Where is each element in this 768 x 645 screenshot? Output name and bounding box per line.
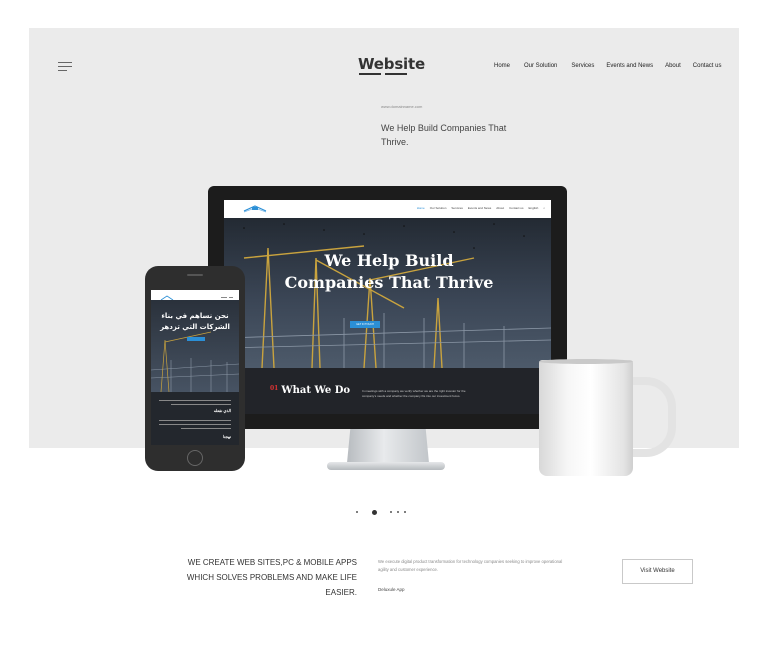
coffee-mug (539, 360, 633, 476)
monitor-section-title: 01 What We Do (270, 385, 350, 396)
phone-text-line (159, 420, 231, 421)
phone-text-line (181, 428, 231, 429)
monitor-hero-title: We Help Build Companies That Thrive (284, 251, 494, 292)
monitor-section-text: In meetings with a company we verify whe… (362, 389, 466, 398)
phone-mockup: نحن نساهم في بناء الشركات التي تزدهر الذ… (145, 266, 245, 471)
main-nav: Home Our Solution Services Events and Ne… (494, 63, 721, 69)
phone-hero-title: نحن نساهم في بناء الشركات التي تزدهر (160, 312, 230, 331)
visit-website-button[interactable]: Visit Website (622, 559, 693, 584)
phone-site-header (151, 290, 239, 301)
phone-text-line (159, 400, 231, 401)
monitor-nav-item: Our Solution (429, 206, 447, 210)
monitor-site-nav: Home Our Solution Services Events and Ne… (417, 206, 545, 210)
nav-item-our-solution[interactable]: Our Solution (524, 63, 557, 69)
phone-text-line (171, 404, 231, 405)
monitor-site-logo-icon (243, 205, 267, 213)
phone-earpiece (187, 274, 203, 276)
nav-item-home[interactable]: Home (494, 63, 510, 69)
nav-item-contact[interactable]: Contact us (693, 63, 722, 69)
monitor-cta-button: GET IN TOUCH (350, 321, 380, 328)
logo-underline (359, 73, 409, 76)
phone-subheading: الذي نفعله (213, 408, 231, 413)
site-logo[interactable]: Website (358, 55, 425, 73)
monitor-nav-item: About (496, 206, 505, 210)
monitor-nav-item: English (528, 206, 539, 210)
nav-item-about[interactable]: About (665, 63, 681, 69)
monitor-nav-item: Contact us (509, 206, 524, 210)
project-app-name: Deluxule App (378, 587, 405, 592)
mug-handle (628, 377, 676, 457)
monitor-stand (347, 429, 429, 463)
monitor-search-icon: ⌕ (543, 206, 545, 210)
phone-home-button (187, 450, 203, 466)
phone-cta-button (187, 337, 205, 341)
mug-rim (539, 359, 633, 364)
phone-screen: نحن نساهم في بناء الشركات التي تزدهر الذ… (151, 290, 239, 445)
project-heading: WE CREATE WEB SITES,PC & MOBILE APPS WHI… (186, 558, 357, 597)
monitor-nav-item: Events and News (467, 206, 492, 210)
hero-tagline: We Help Build Companies That Thrive. (381, 123, 507, 147)
nav-item-services[interactable]: Services (571, 63, 594, 69)
phone-subheading: نهجنا (223, 434, 231, 439)
phone-text-line (159, 424, 231, 425)
monitor-stand-base (327, 462, 445, 470)
monitor-section-number: 01 (270, 385, 279, 392)
carousel-dot-2[interactable] (372, 509, 377, 515)
nav-item-events-news[interactable]: Events and News (606, 63, 653, 69)
monitor-nav-item: Home (416, 206, 425, 210)
monitor-section-title-text: What We Do (281, 385, 351, 396)
carousel-dot-5[interactable] (404, 511, 406, 513)
carousel-dot-1[interactable] (356, 511, 358, 513)
monitor-mockup: Home Our Solution Services Events and Ne… (208, 186, 567, 429)
monitor-nav-item: Services (451, 206, 463, 210)
monitor-hero-image: We Help Build Companies That Thrive GET … (224, 218, 551, 368)
hero-url: www.domainname.com (381, 104, 423, 109)
project-description: We execute digital product transformatio… (378, 559, 563, 572)
hamburger-menu-icon[interactable] (58, 60, 74, 72)
monitor-site-header: Home Our Solution Services Events and Ne… (224, 200, 551, 218)
carousel-dot-4[interactable] (397, 511, 399, 513)
monitor-screen: Home Our Solution Services Events and Ne… (224, 200, 551, 414)
carousel-dot-3[interactable] (390, 511, 392, 513)
